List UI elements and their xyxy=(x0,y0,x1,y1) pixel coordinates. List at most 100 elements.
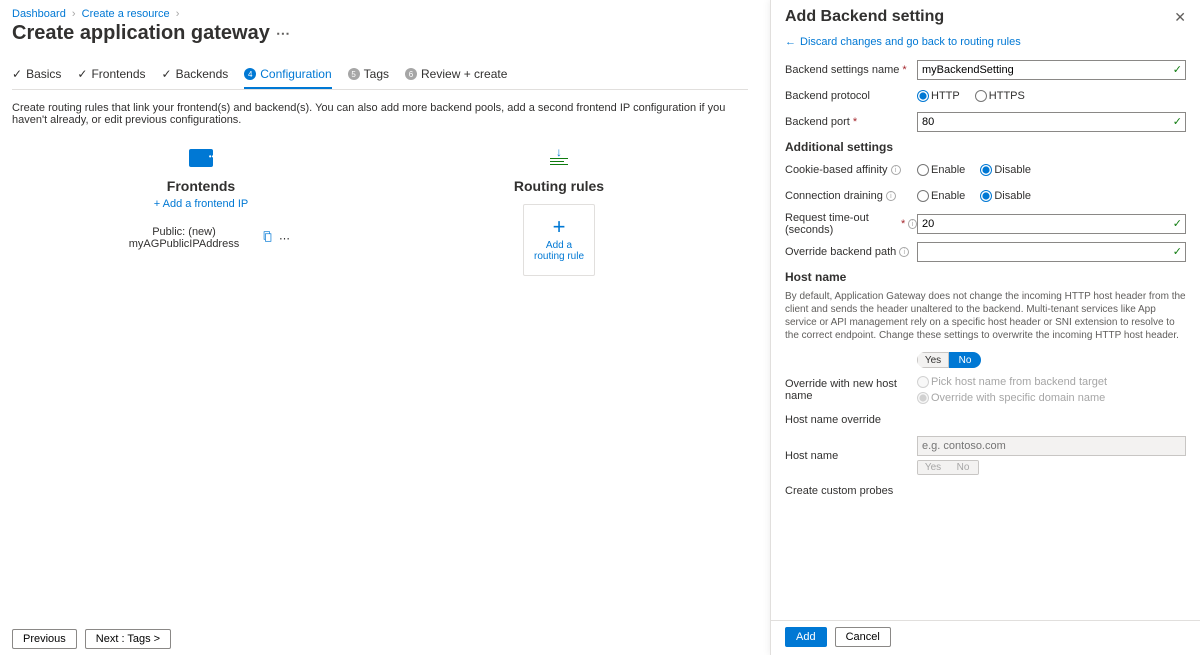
tab-review[interactable]: 6 Review + create xyxy=(405,63,507,89)
previous-button[interactable]: Previous xyxy=(12,629,77,649)
label-override-new: Override with new host name xyxy=(785,378,917,402)
tab-basics[interactable]: ✓ Basics xyxy=(12,63,61,89)
panel-title: Add Backend setting xyxy=(785,8,944,26)
specific-hostname-label: Override with specific domain name xyxy=(931,392,1105,404)
cancel-button[interactable]: Cancel xyxy=(835,627,891,647)
affinity-disable-radio[interactable] xyxy=(980,164,992,176)
wizard-tabs: ✓ Basics ✓ Frontends ✓ Backends 4 Config… xyxy=(12,63,748,90)
more-actions-icon[interactable]: ⋯ xyxy=(276,25,290,42)
draining-disable-radio[interactable] xyxy=(980,190,992,202)
chevron-right-icon: › xyxy=(69,8,79,20)
override-path-input[interactable] xyxy=(917,242,1186,262)
toggle-no[interactable]: No xyxy=(949,352,981,368)
label-override-path: Override backend path xyxy=(785,246,896,258)
label-port: Backend port xyxy=(785,116,850,128)
affinity-enable-radio[interactable] xyxy=(917,164,929,176)
tab-label: Backends xyxy=(176,67,229,81)
discard-back-link[interactable]: ← Discard changes and go back to routing… xyxy=(785,36,1186,48)
routing-rules-icon: ↓ xyxy=(547,148,571,168)
pick-hostname-label: Pick host name from backend target xyxy=(931,376,1107,388)
protocol-http-radio[interactable] xyxy=(917,90,929,102)
label-timeout: Request time-out (seconds) xyxy=(785,212,898,236)
tab-tags[interactable]: 5 Tags xyxy=(348,63,389,89)
chevron-right-icon: › xyxy=(173,8,183,20)
specific-hostname-radio xyxy=(917,392,929,404)
protocol-https-radio[interactable] xyxy=(975,90,987,102)
edit-icon[interactable] xyxy=(262,231,273,245)
toggle-yes[interactable]: Yes xyxy=(917,352,949,368)
plus-icon: + xyxy=(553,216,566,238)
add-routing-rule-card[interactable]: + Add a routing rule xyxy=(523,204,595,276)
info-icon[interactable]: i xyxy=(899,247,909,257)
tab-backends[interactable]: ✓ Backends xyxy=(162,63,229,89)
frontends-icon xyxy=(189,149,213,167)
hostname-input xyxy=(917,436,1186,456)
info-icon[interactable]: i xyxy=(886,191,896,201)
tab-label: Configuration xyxy=(260,67,331,81)
routing-rules-title: Routing rules xyxy=(470,178,648,194)
step-current-icon: 4 xyxy=(244,68,256,80)
page-title: Create application gateway ⋯ xyxy=(12,22,748,45)
step-pending-icon: 6 xyxy=(405,68,417,80)
check-icon: ✓ xyxy=(1173,217,1182,230)
check-icon: ✓ xyxy=(1173,63,1182,76)
label-name: Backend settings name xyxy=(785,64,899,76)
tab-label: Tags xyxy=(364,67,389,81)
hostname-yes: Yes xyxy=(918,461,948,474)
host-name-heading: Host name xyxy=(785,270,1186,284)
step-pending-icon: 5 xyxy=(348,68,360,80)
tab-label: Basics xyxy=(26,67,61,81)
info-icon[interactable]: i xyxy=(891,165,901,175)
frontends-column: Frontends + Add a frontend IP Public: (n… xyxy=(112,144,290,276)
close-icon[interactable]: ✕ xyxy=(1174,9,1186,26)
check-icon: ✓ xyxy=(162,67,172,81)
protocol-http-label: HTTP xyxy=(931,90,960,102)
add-frontend-link[interactable]: + Add a frontend IP xyxy=(154,198,249,210)
label-hostname-override: Host name override xyxy=(785,414,881,426)
override-hostname-toggle[interactable]: Yes No xyxy=(917,352,981,368)
intro-text: Create routing rules that link your fron… xyxy=(12,102,748,126)
page-title-text: Create application gateway xyxy=(12,22,270,45)
breadcrumb-dashboard[interactable]: Dashboard xyxy=(12,8,66,20)
breadcrumb: Dashboard › Create a resource › xyxy=(12,8,748,20)
affinity-enable-label: Enable xyxy=(931,164,965,176)
backend-port-input[interactable] xyxy=(917,112,1186,132)
timeout-input[interactable] xyxy=(917,214,1186,234)
check-icon: ✓ xyxy=(77,67,87,81)
hostname-no: No xyxy=(948,461,978,474)
breadcrumb-create-resource[interactable]: Create a resource xyxy=(82,8,170,20)
draining-enable-radio[interactable] xyxy=(917,190,929,202)
check-icon: ✓ xyxy=(1173,245,1182,258)
tab-label: Review + create xyxy=(421,67,507,81)
host-name-description: By default, Application Gateway does not… xyxy=(785,290,1186,342)
tab-label: Frontends xyxy=(91,67,145,81)
backend-name-input[interactable] xyxy=(917,60,1186,80)
label-protocol: Backend protocol xyxy=(785,90,870,102)
hostname-yes-no: Yes No xyxy=(917,460,979,475)
label-probes: Create custom probes xyxy=(785,485,893,497)
add-button[interactable]: Add xyxy=(785,627,827,647)
tab-frontends[interactable]: ✓ Frontends xyxy=(77,63,145,89)
backend-setting-panel: Add Backend setting ✕ ← Discard changes … xyxy=(770,0,1200,655)
draining-disable-label: Disable xyxy=(994,190,1031,202)
arrow-left-icon: ← xyxy=(785,36,796,48)
affinity-disable-label: Disable xyxy=(994,164,1031,176)
draining-enable-label: Enable xyxy=(931,190,965,202)
more-icon[interactable]: ⋯ xyxy=(279,232,290,245)
frontends-title: Frontends xyxy=(112,178,290,194)
pick-hostname-radio xyxy=(917,376,929,388)
check-icon: ✓ xyxy=(1173,115,1182,128)
additional-settings-heading: Additional settings xyxy=(785,140,1186,154)
check-icon: ✓ xyxy=(12,67,22,81)
tab-configuration[interactable]: 4 Configuration xyxy=(244,63,331,89)
info-icon[interactable]: i xyxy=(908,219,917,229)
routing-rules-column: ↓ Routing rules + Add a routing rule xyxy=(470,144,648,276)
discard-back-label: Discard changes and go back to routing r… xyxy=(800,36,1021,48)
next-button[interactable]: Next : Tags > xyxy=(85,629,171,649)
label-draining: Connection draining xyxy=(785,190,883,202)
protocol-https-label: HTTPS xyxy=(989,90,1025,102)
add-routing-rule-label: Add a routing rule xyxy=(524,238,594,264)
label-affinity: Cookie-based affinity xyxy=(785,164,888,176)
frontend-item-text: Public: (new) myAGPublicIPAddress xyxy=(112,226,256,250)
label-hostname2: Host name xyxy=(785,450,838,462)
